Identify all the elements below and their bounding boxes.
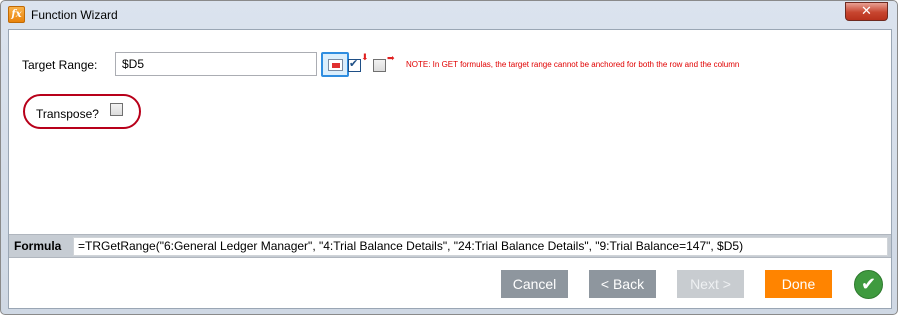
anchor-note: NOTE: In GET formulas, the target range … [406,60,740,69]
function-wizard-window: fx Function Wizard ✕ Target Range: ⬇ ➡ N… [0,0,898,315]
arrow-right-icon: ➡ [387,54,395,64]
transpose-checkbox[interactable] [110,103,123,116]
anchor-column-checkbox[interactable] [373,59,386,72]
function-icon: fx [8,6,25,23]
formula-bar: Formula =TRGetRange("6:General Ledger Ma… [9,234,891,258]
target-range-label: Target Range: [22,58,98,72]
back-button[interactable]: < Back [589,270,656,298]
formula-field[interactable]: =TRGetRange("6:General Ledger Manager", … [73,237,888,256]
done-button[interactable]: Done [765,270,832,298]
close-button[interactable]: ✕ [845,2,888,21]
cancel-button[interactable]: Cancel [501,270,568,298]
range-picker-button[interactable] [321,52,349,77]
next-button[interactable]: Next > [677,270,744,298]
ok-checkmark-icon[interactable]: ✔ [854,270,883,299]
anchor-row-checkbox[interactable] [348,57,361,72]
arrow-down-icon: ⬇ [361,53,369,63]
transpose-label: Transpose? [36,107,99,121]
formula-label: Formula [14,239,62,253]
range-select-icon [328,59,343,71]
window-title: Function Wizard [31,8,118,22]
wizard-body: Target Range: ⬇ ➡ NOTE: In GET formulas,… [8,29,892,309]
title-bar[interactable]: fx Function Wizard ✕ [1,1,897,29]
target-range-input[interactable] [115,52,317,76]
